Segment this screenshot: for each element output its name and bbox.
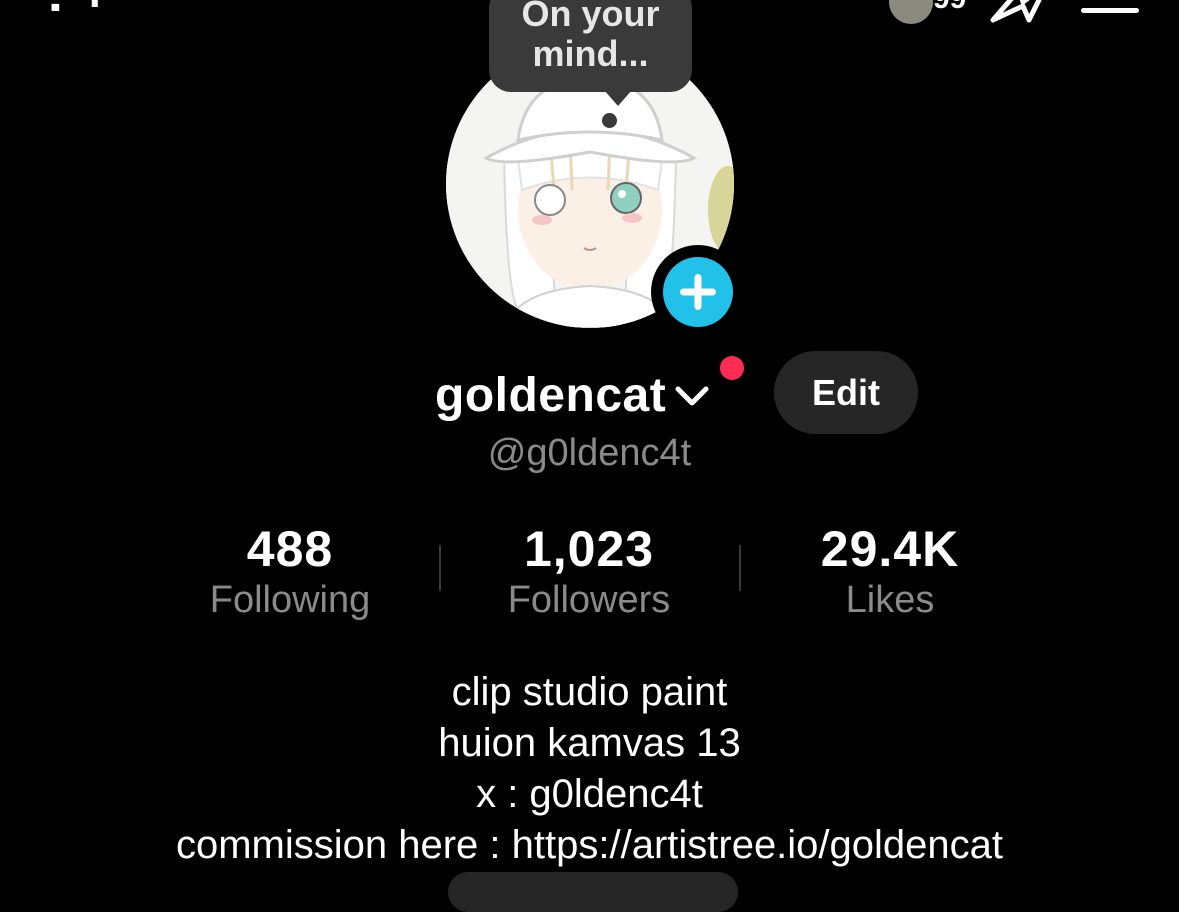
plus-circle (663, 257, 733, 327)
stat-label: Likes (845, 579, 935, 621)
stat-following[interactable]: 488 Following (170, 520, 410, 622)
tooltip-tail (604, 90, 632, 106)
stat-value: 29.4K (820, 521, 960, 577)
plus-icon (680, 274, 716, 310)
tooltip-line-1: On your (521, 0, 660, 34)
stat-label: Followers (507, 579, 671, 621)
stat-divider (439, 545, 441, 591)
bio-link[interactable]: commission here : https://artistree.io/g… (0, 820, 1179, 871)
add-story-button[interactable] (651, 245, 745, 339)
share-icon[interactable] (989, 0, 1051, 24)
story-avatar-button[interactable]: 99 (889, 0, 966, 24)
bio-line: clip studio paint (451, 670, 728, 714)
bio-line: huion kamvas 13 (438, 721, 741, 765)
display-name: goldencat (435, 368, 667, 422)
stat-followers[interactable]: 1,023 Followers (469, 520, 709, 622)
topbar-actions: 99 (889, 0, 1139, 24)
add-friends-icon[interactable]: ?+ (40, 0, 117, 20)
bottom-button[interactable] (448, 872, 738, 912)
mind-tooltip[interactable]: On your mind... (489, 0, 692, 92)
chevron-down-icon (675, 386, 709, 406)
stat-value: 1,023 (523, 521, 655, 577)
avatar-thumbnail-icon (889, 0, 933, 24)
edit-profile-button[interactable]: Edit (774, 351, 918, 434)
tooltip-line-2: mind... (532, 33, 649, 74)
name-switcher[interactable]: goldencat (435, 360, 712, 430)
tooltip-dot (602, 113, 617, 128)
notification-dot (720, 356, 744, 380)
stat-label: Following (209, 579, 371, 621)
stat-likes[interactable]: 29.4K Likes (770, 520, 1010, 622)
menu-icon[interactable] (1081, 0, 1139, 24)
bio-line: x : g0ldenc4t (476, 772, 703, 816)
stat-divider (739, 545, 741, 591)
username-handle: @g0ldenc4t (487, 432, 692, 474)
stat-value: 488 (246, 521, 334, 577)
story-count: 99 (933, 0, 966, 14)
profile-bio: clip studio paint huion kamvas 13 x : g0… (0, 667, 1179, 871)
